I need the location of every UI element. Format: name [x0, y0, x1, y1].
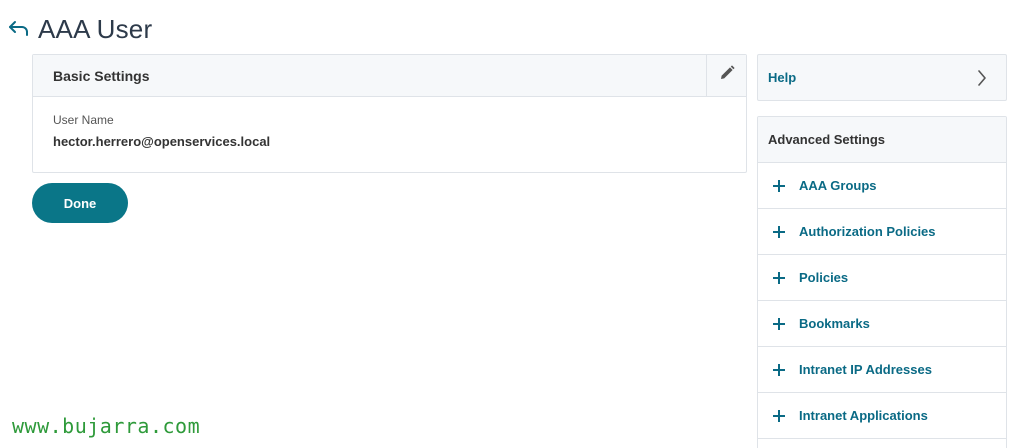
adv-item-bookmarks[interactable]: Bookmarks: [758, 301, 1006, 347]
plus-icon: [772, 363, 786, 377]
adv-item-label: AAA Groups: [799, 178, 877, 193]
adv-item-label: Authorization Policies: [799, 224, 936, 239]
edit-button[interactable]: [706, 55, 746, 96]
advanced-settings-header: Advanced Settings: [758, 117, 1006, 163]
basic-settings-title: Basic Settings: [53, 67, 150, 84]
adv-item-label: Policies: [799, 270, 849, 285]
basic-settings-body: User Name hector.herrero@openservices.lo…: [33, 97, 746, 165]
advanced-settings-panel: Advanced Settings AAA Groups Authorizati…: [757, 116, 1007, 448]
advanced-settings-title: Advanced Settings: [768, 132, 886, 147]
back-arrow-icon[interactable]: [6, 16, 32, 42]
adv-item-label: Bookmarks: [799, 316, 870, 331]
basic-settings-header: Basic Settings: [33, 55, 746, 97]
help-panel[interactable]: Help: [757, 54, 1007, 101]
pencil-icon: [718, 64, 736, 87]
adv-item-policies[interactable]: Policies: [758, 255, 1006, 301]
help-label: Help: [768, 70, 797, 85]
adv-item-label: Intranet Applications: [799, 408, 928, 423]
plus-icon: [772, 179, 786, 193]
adv-item-intranet-applications[interactable]: Intranet Applications: [758, 393, 1006, 439]
chevron-right-icon: [974, 70, 990, 86]
page-header: AAA User: [6, 12, 152, 46]
adv-item-authorization-policies[interactable]: Authorization Policies: [758, 209, 1006, 255]
plus-icon: [772, 271, 786, 285]
watermark-text: www.bujarra.com: [12, 414, 201, 438]
done-button[interactable]: Done: [32, 183, 128, 223]
plus-icon: [772, 225, 786, 239]
adv-item-intranet-ip-addresses[interactable]: Intranet IP Addresses: [758, 347, 1006, 393]
basic-settings-card: Basic Settings User Name hector.herrero@…: [32, 54, 747, 173]
plus-icon: [772, 409, 786, 423]
adv-item-label: Intranet IP Addresses: [799, 362, 932, 377]
plus-icon: [772, 317, 786, 331]
adv-item-aaa-groups[interactable]: AAA Groups: [758, 163, 1006, 209]
page-title: AAA User: [38, 13, 153, 44]
user-name-label: User Name: [53, 113, 114, 127]
user-name-value: hector.herrero@openservices.local: [53, 134, 271, 149]
